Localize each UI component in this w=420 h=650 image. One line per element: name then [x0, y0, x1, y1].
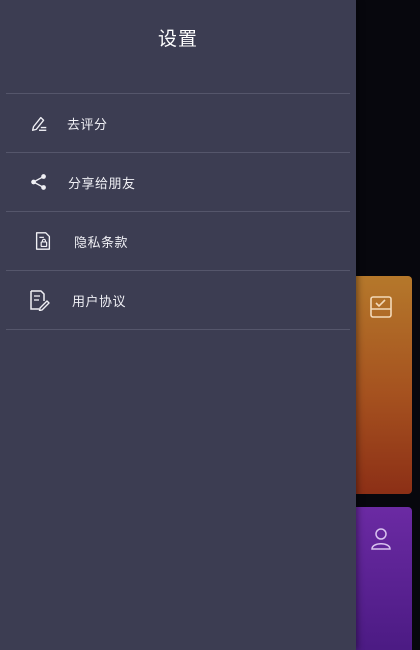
- rate-pen-icon: [28, 112, 50, 134]
- agreement-document-icon: [28, 289, 50, 311]
- menu-item-privacy[interactable]: 隐私条款: [6, 212, 350, 270]
- menu-item-agreement[interactable]: 用户协议: [6, 271, 350, 329]
- background-card-purple[interactable]: [350, 507, 412, 650]
- app-screen: 设置 去评分 分享给朋友 隐私条款 用户协议: [0, 0, 420, 650]
- menu-item-share[interactable]: 分享给朋友: [6, 153, 350, 211]
- background-card-orange[interactable]: [350, 276, 412, 494]
- menu-item-label: 去评分: [67, 117, 108, 133]
- menu-item-label: 隐私条款: [74, 235, 129, 251]
- settings-menu: 去评分 分享给朋友 隐私条款 用户协议: [6, 93, 350, 330]
- share-icon: [28, 171, 50, 193]
- drawer-title: 设置: [157, 28, 198, 50]
- menu-item-rate[interactable]: 去评分: [6, 94, 350, 152]
- user-icon: [371, 528, 391, 550]
- privacy-document-icon: [32, 230, 54, 252]
- menu-item-label: 用户协议: [72, 294, 127, 310]
- checklist-icon: [370, 296, 392, 318]
- menu-item-label: 分享给朋友: [68, 176, 136, 192]
- settings-drawer: 设置 去评分 分享给朋友 隐私条款 用户协议: [0, 0, 356, 650]
- divider: [6, 329, 350, 330]
